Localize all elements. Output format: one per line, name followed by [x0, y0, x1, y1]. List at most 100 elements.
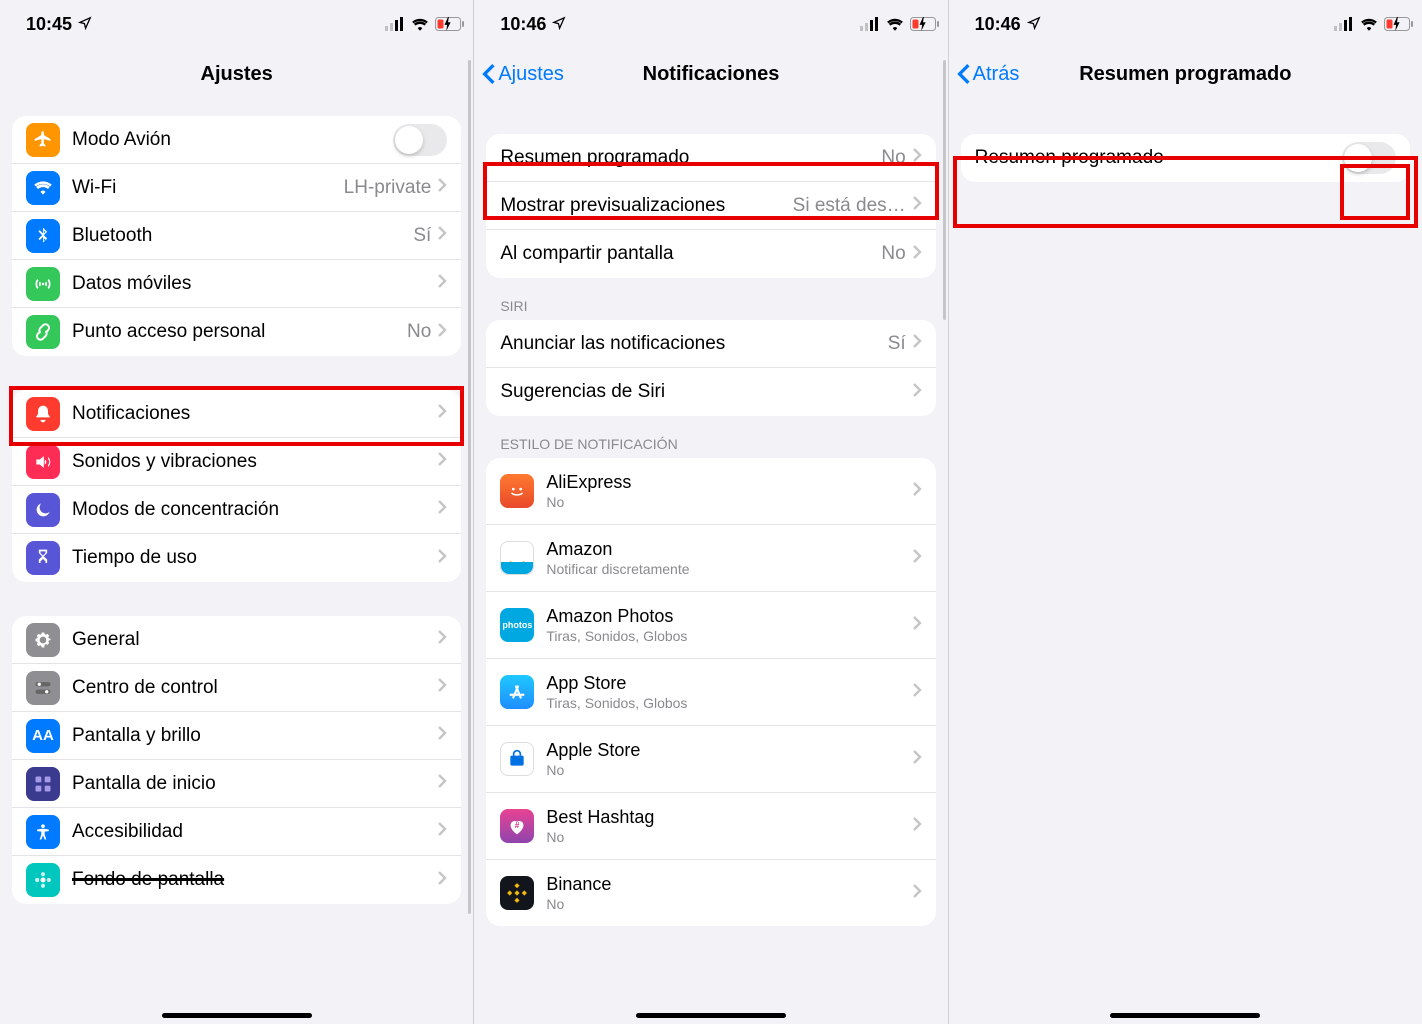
- wifi-status-icon: [411, 17, 429, 31]
- back-label: Atrás: [973, 63, 1020, 86]
- chevron-right-icon: [437, 225, 447, 246]
- row-label: Bluetooth: [72, 225, 413, 247]
- row-screentime[interactable]: Tiempo de uso: [12, 534, 461, 582]
- row-show-previews[interactable]: Mostrar previsualizaciones Si está des…: [486, 182, 935, 230]
- cellular-icon: [860, 17, 880, 31]
- settings-group-general: General Centro de control AA Pantalla y …: [12, 616, 461, 904]
- section-header-siri: SIRI: [474, 278, 947, 320]
- row-label: Resumen programado: [500, 147, 881, 169]
- scrollbar[interactable]: [468, 60, 471, 914]
- status-bar: 10:46: [474, 0, 947, 48]
- row-focus[interactable]: Modos de concentración: [12, 486, 461, 534]
- chevron-right-icon: [437, 499, 447, 520]
- chevron-right-icon: [912, 749, 922, 770]
- row-label: Mostrar previsualizaciones: [500, 195, 792, 217]
- screen-notificaciones: 10:46 Ajustes Notificaciones Resumen pro…: [474, 0, 948, 1024]
- home-indicator[interactable]: [162, 1013, 312, 1018]
- airplane-icon: [26, 123, 60, 157]
- scrollbar[interactable]: [943, 60, 946, 320]
- chevron-right-icon: [912, 615, 922, 636]
- row-hotspot[interactable]: Punto acceso personal No: [12, 308, 461, 356]
- app-row-appstore[interactable]: App StoreTiras, Sonidos, Globos: [486, 659, 935, 726]
- navbar: Ajustes: [0, 48, 473, 100]
- row-value: No: [407, 321, 431, 343]
- page-title: Notificaciones: [643, 63, 780, 86]
- row-display[interactable]: AA Pantalla y brillo: [12, 712, 461, 760]
- airplane-toggle[interactable]: [393, 124, 447, 156]
- location-icon: [78, 14, 92, 35]
- row-value: No: [881, 243, 905, 265]
- row-announce[interactable]: Anunciar las notificaciones Sí: [486, 320, 935, 368]
- row-general[interactable]: General: [12, 616, 461, 664]
- app-icon: [500, 474, 534, 508]
- app-row-amazon[interactable]: AmazonNotificar discretamente: [486, 525, 935, 592]
- home-indicator[interactable]: [636, 1013, 786, 1018]
- row-homescreen[interactable]: Pantalla de inicio: [12, 760, 461, 808]
- settings-group-notifications: Notificaciones Sonidos y vibraciones Mod…: [12, 390, 461, 582]
- app-icon: #: [500, 809, 534, 843]
- app-icon: [500, 876, 534, 910]
- back-button[interactable]: Atrás: [957, 63, 1020, 86]
- chevron-right-icon: [912, 481, 922, 502]
- app-row-binance[interactable]: BinanceNo: [486, 860, 935, 926]
- app-label: App Store: [546, 673, 911, 694]
- chevron-right-icon: [912, 883, 922, 904]
- location-icon: [1027, 14, 1041, 35]
- chevron-right-icon: [437, 273, 447, 294]
- app-sub: Notificar discretamente: [546, 561, 911, 577]
- row-bluetooth[interactable]: Bluetooth Sí: [12, 212, 461, 260]
- app-icon: [500, 675, 534, 709]
- flower-icon: [26, 863, 60, 897]
- cellular-icon: [385, 17, 405, 31]
- row-wifi[interactable]: Wi-Fi LH-private: [12, 164, 461, 212]
- summary-toggle-group: Resumen programado: [961, 134, 1410, 182]
- app-label: Amazon Photos: [546, 606, 911, 627]
- row-wallpaper[interactable]: Fondo de pantalla: [12, 856, 461, 904]
- app-row-besthashtag[interactable]: # Best HashtagNo: [486, 793, 935, 860]
- chevron-right-icon: [437, 451, 447, 472]
- app-label: Best Hashtag: [546, 807, 911, 828]
- row-label: Al compartir pantalla: [500, 243, 881, 265]
- chevron-right-icon: [437, 548, 447, 569]
- chevron-right-icon: [912, 382, 922, 403]
- row-label: Resumen programado: [975, 147, 1342, 169]
- row-label: Wi-Fi: [72, 177, 344, 199]
- row-control-center[interactable]: Centro de control: [12, 664, 461, 712]
- row-value: No: [881, 147, 905, 169]
- app-label: Amazon: [546, 539, 911, 560]
- row-label: Sonidos y vibraciones: [72, 451, 437, 473]
- row-value: Si está des…: [793, 195, 906, 217]
- chevron-right-icon: [437, 821, 447, 842]
- row-screen-sharing[interactable]: Al compartir pantalla No: [486, 230, 935, 278]
- app-row-applestore[interactable]: Apple StoreNo: [486, 726, 935, 793]
- moon-icon: [26, 493, 60, 527]
- accessibility-icon: [26, 815, 60, 849]
- chevron-right-icon: [437, 677, 447, 698]
- location-icon: [552, 14, 566, 35]
- row-cellular[interactable]: Datos móviles: [12, 260, 461, 308]
- app-row-amazon-photos[interactable]: photos Amazon PhotosTiras, Sonidos, Glob…: [486, 592, 935, 659]
- app-sub: No: [546, 896, 911, 912]
- summary-toggle[interactable]: [1342, 142, 1396, 174]
- row-scheduled-summary[interactable]: Resumen programado No: [486, 134, 935, 182]
- notif-group-siri: Anunciar las notificaciones Sí Sugerenci…: [486, 320, 935, 416]
- row-summary-toggle[interactable]: Resumen programado: [961, 134, 1410, 182]
- link-icon: [26, 315, 60, 349]
- navbar: Atrás Resumen programado: [949, 48, 1422, 100]
- row-sounds[interactable]: Sonidos y vibraciones: [12, 438, 461, 486]
- cellular-icon: [1334, 17, 1354, 31]
- app-icon: [500, 742, 534, 776]
- row-notifications[interactable]: Notificaciones: [12, 390, 461, 438]
- home-indicator[interactable]: [1110, 1013, 1260, 1018]
- app-icon: [500, 541, 534, 575]
- back-button[interactable]: Ajustes: [482, 63, 564, 86]
- app-sub: No: [546, 494, 911, 510]
- app-row-aliexpress[interactable]: AliExpressNo: [486, 458, 935, 525]
- row-airplane[interactable]: Modo Avión: [12, 116, 461, 164]
- row-siri-suggestions[interactable]: Sugerencias de Siri: [486, 368, 935, 416]
- chevron-right-icon: [912, 244, 922, 265]
- page-title: Resumen programado: [1079, 63, 1291, 86]
- row-value: Sí: [413, 225, 431, 247]
- row-label: Notificaciones: [72, 403, 437, 425]
- row-accessibility[interactable]: Accesibilidad: [12, 808, 461, 856]
